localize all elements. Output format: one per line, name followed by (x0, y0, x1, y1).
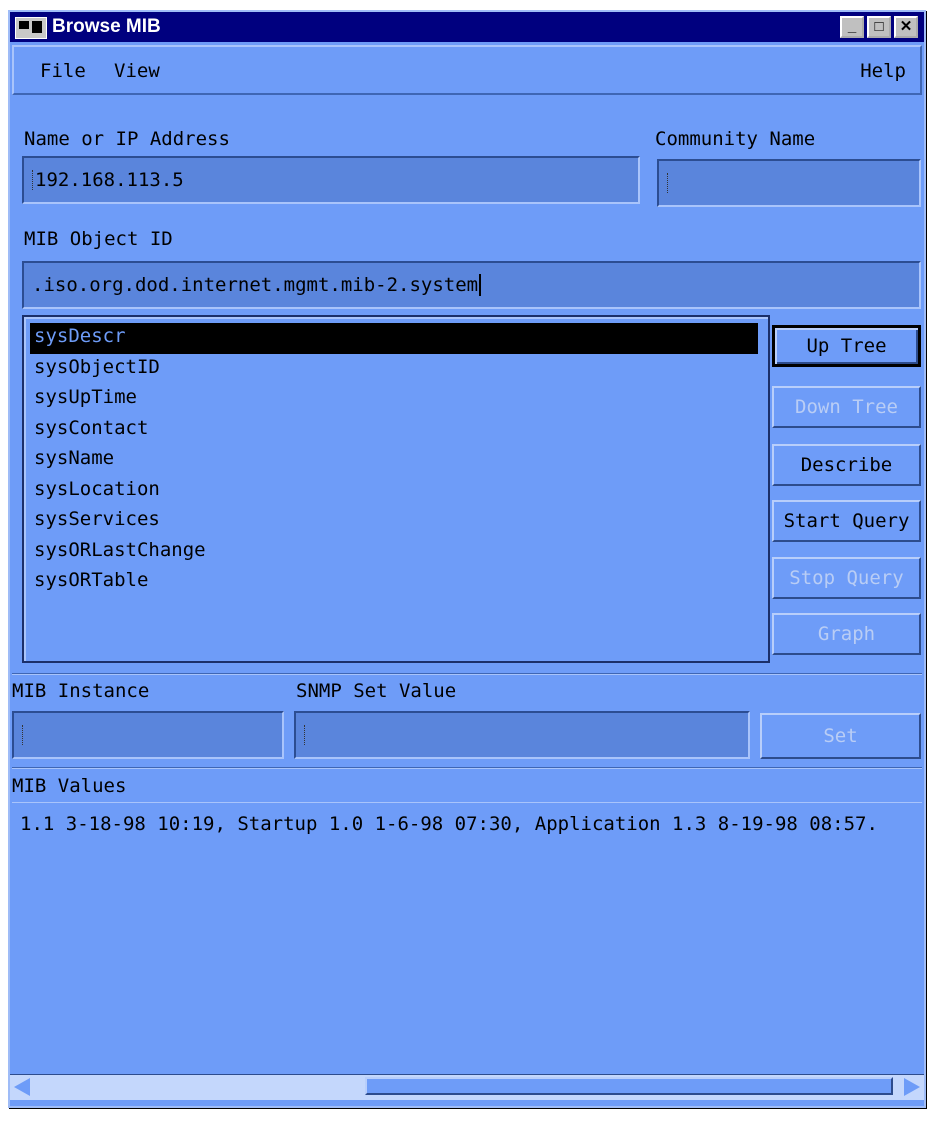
mib-object-id-value: .iso.org.dod.internet.mgmt.mib-2.system (32, 274, 479, 296)
scrollbar-thumb[interactable] (365, 1077, 893, 1095)
title-bar[interactable]: Browse MIB _ □ ✕ (10, 12, 924, 42)
text-cursor-icon (304, 725, 307, 745)
menu-bar: File View Help (12, 45, 922, 95)
horizontal-scrollbar[interactable] (10, 1074, 924, 1100)
list-item[interactable]: sysServices (30, 506, 758, 537)
menu-file[interactable]: File (40, 60, 86, 82)
mib-values-area[interactable]: 1.1 3-18-98 10:19, Startup 1.0 1-6-98 07… (12, 802, 922, 1065)
mib-object-list-items: sysDescr sysObjectID sysUpTime sysContact sy… (30, 323, 758, 598)
list-item[interactable]: sysContact (30, 415, 758, 446)
app-icon[interactable] (15, 17, 47, 39)
name-ip-input[interactable]: 192.168.113.5 (22, 156, 640, 204)
stop-query-button[interactable]: Stop Query (772, 557, 921, 599)
community-name-label: Community Name (655, 128, 816, 150)
mib-values-label: MIB Values (12, 775, 127, 797)
name-ip-label: Name or IP Address (24, 128, 230, 150)
graph-button[interactable]: Graph (772, 613, 921, 655)
up-tree-button[interactable]: Up Tree (772, 325, 921, 367)
text-cursor-icon (479, 274, 482, 296)
list-item[interactable]: sysName (30, 445, 758, 476)
list-item[interactable]: sysORLastChange (30, 537, 758, 568)
name-ip-value: 192.168.113.5 (35, 169, 184, 191)
down-tree-button[interactable]: Down Tree (772, 386, 921, 428)
list-item[interactable]: sysDescr (30, 323, 758, 354)
mib-instance-input[interactable] (12, 711, 284, 759)
start-query-button[interactable]: Start Query (772, 500, 921, 542)
mib-values-text: 1.1 3-18-98 10:19, Startup 1.0 1-6-98 07… (20, 813, 878, 835)
divider (12, 767, 922, 769)
scroll-left-icon[interactable] (14, 1078, 30, 1096)
scroll-right-icon[interactable] (904, 1078, 920, 1096)
list-item[interactable]: sysORTable (30, 567, 758, 598)
mib-object-id-input[interactable]: .iso.org.dod.internet.mgmt.mib-2.system (22, 261, 921, 309)
menu-help[interactable]: Help (860, 60, 906, 82)
menu-view[interactable]: View (114, 60, 160, 82)
text-cursor-icon (667, 173, 670, 193)
list-item[interactable]: sysLocation (30, 476, 758, 507)
text-cursor-icon (22, 725, 25, 745)
snmp-set-value-input[interactable] (294, 711, 750, 759)
list-item[interactable]: sysUpTime (30, 384, 758, 415)
list-item[interactable]: sysObjectID (30, 354, 758, 385)
divider (12, 673, 922, 675)
window-title: Browse MIB (52, 16, 161, 37)
close-icon[interactable]: ✕ (894, 16, 918, 38)
snmp-set-value-label: SNMP Set Value (296, 680, 457, 702)
browse-mib-window: Browse MIB _ □ ✕ File View Help Name or … (8, 10, 926, 1108)
mib-object-id-label: MIB Object ID (24, 228, 173, 250)
community-name-input[interactable] (657, 159, 921, 207)
mib-object-list[interactable]: sysDescr sysObjectID sysUpTime sysContact sy… (22, 315, 770, 663)
minimize-icon[interactable]: _ (840, 16, 864, 38)
mib-instance-label: MIB Instance (12, 680, 150, 702)
describe-button[interactable]: Describe (772, 444, 921, 486)
maximize-icon[interactable]: □ (867, 16, 891, 38)
set-button[interactable]: Set (760, 713, 921, 759)
